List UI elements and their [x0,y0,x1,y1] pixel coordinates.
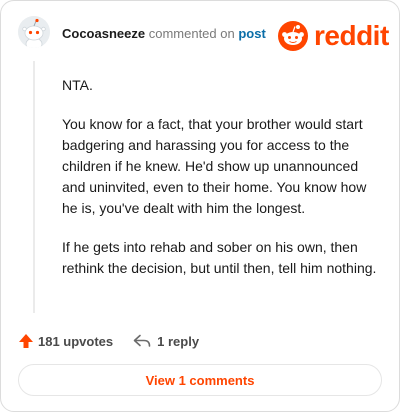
comment-card: Cocoasneeze commented on post reddit NTA… [0,0,400,412]
username-link[interactable]: Cocoasneeze [62,26,145,41]
reply-count: 1 reply [157,333,200,349]
view-comments-button[interactable]: View 1 comments [18,364,382,396]
comment-body: NTA. You know for a fact, that your brot… [62,75,384,297]
arrow-up-icon [19,334,33,348]
action-text: commented on [148,26,235,41]
reply-arrow-icon [133,334,151,347]
reddit-wordmark: reddit [314,20,389,51]
comment-paragraph: You know for a fact, that your brother w… [62,116,367,216]
reddit-snoo-icon [278,21,308,51]
comment-paragraph: If he gets into rehab and sober on his o… [62,239,377,276]
comment-actions: 181 upvotes 1 reply [18,331,199,351]
reply-button[interactable]: 1 reply [133,334,199,349]
upvote-count: 181 upvotes [38,333,114,349]
comment-paragraph: NTA. [62,77,93,93]
reddit-logo[interactable]: reddit [278,18,389,54]
post-link[interactable]: post [238,26,265,41]
thread-line[interactable] [33,61,35,313]
avatar[interactable] [18,16,50,48]
snoo-avatar-icon [18,16,50,48]
upvote-button[interactable]: 181 upvotes [18,333,113,349]
comment-header: Cocoasneeze commented on post [62,26,266,41]
